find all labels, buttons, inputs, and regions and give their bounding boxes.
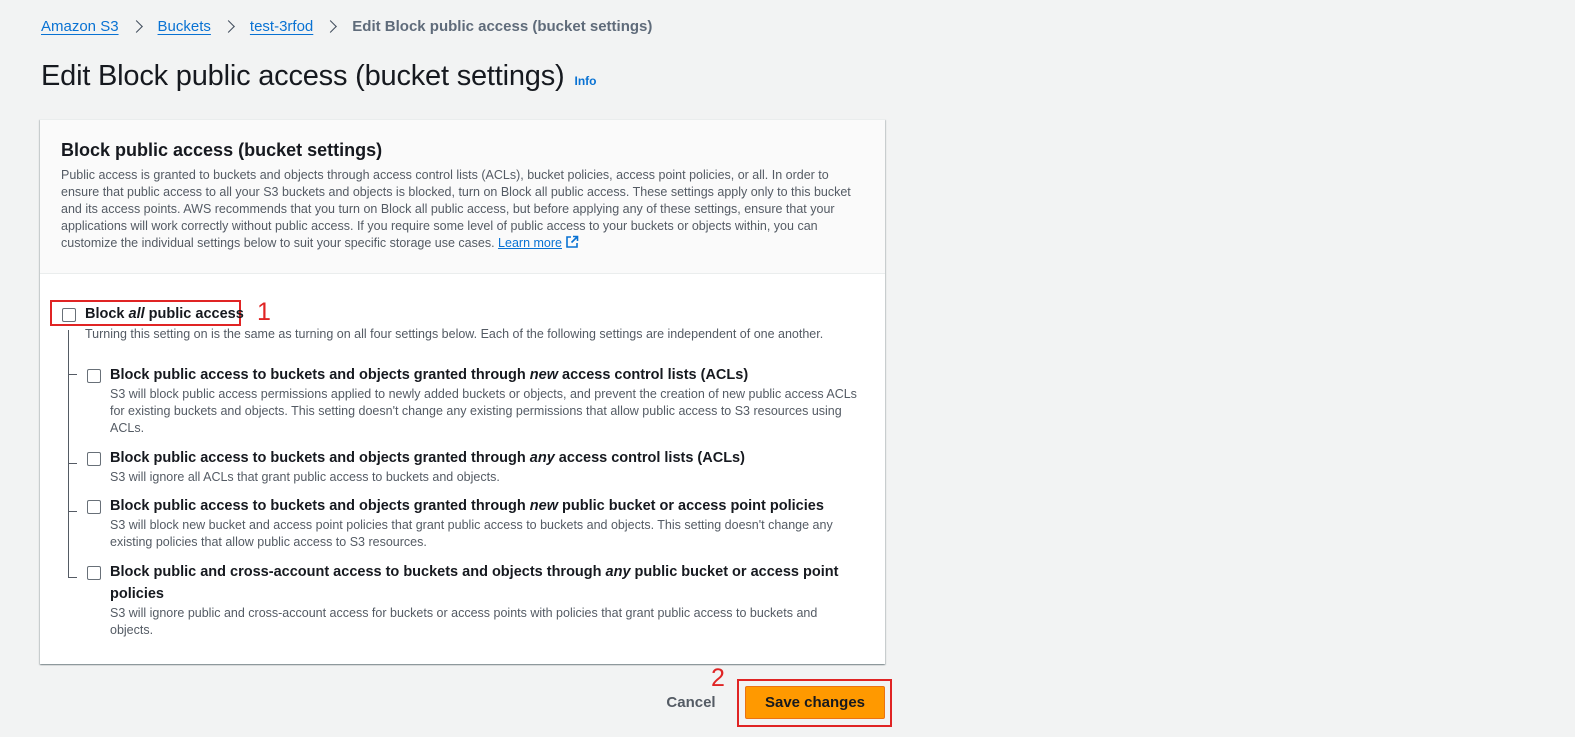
option-content: Block public access to buckets and objec… (110, 495, 867, 551)
checkbox-block-new-acls[interactable] (87, 369, 101, 383)
label-text: Block public access to buckets and objec… (110, 367, 530, 383)
block-public-access-panel: Block public access (bucket settings) Pu… (40, 119, 885, 664)
label-emphasis: new (529, 498, 558, 514)
option-content: Block public access to buckets and objec… (110, 447, 745, 486)
option-description: S3 will block new bucket and access poin… (110, 518, 833, 549)
label-emphasis: any (605, 564, 631, 580)
learn-more-link[interactable]: Learn more (498, 236, 562, 250)
panel-description-text: Public access is granted to buckets and … (61, 168, 851, 250)
option-block-any-policies[interactable]: Block public and cross-account access to… (87, 561, 838, 639)
label-text: Block public access to buckets and objec… (110, 498, 530, 514)
tree-branch (68, 511, 77, 512)
option-description: S3 will ignore all ACLs that grant publi… (110, 470, 500, 484)
tree-connector (68, 330, 69, 577)
label-text: public bucket or access point policies (557, 498, 824, 514)
label-text: Block public access to buckets and objec… (110, 450, 530, 466)
option-label: Block public access to buckets and objec… (110, 447, 745, 469)
option-description: S3 will ignore public and cross-account … (110, 606, 818, 637)
option-block-all-public-access[interactable]: Block all public access (62, 306, 244, 323)
panel-description: Public access is granted to buckets and … (61, 167, 864, 254)
breadcrumb-current: Edit Block public access (bucket setting… (352, 17, 653, 35)
chevron-right-icon (222, 19, 235, 33)
option-label: Block public access to buckets and objec… (110, 495, 867, 517)
info-link[interactable]: Info (575, 74, 597, 88)
option-content: Block public access to buckets and objec… (110, 364, 867, 437)
option-description: S3 will block public access permissions … (110, 387, 857, 435)
label-text: Block public and cross-account access to… (110, 564, 606, 580)
option-label: Block all public access (85, 306, 244, 323)
option-label: Block public access to buckets and objec… (110, 364, 867, 386)
option-description: Turning this setting on is the same as t… (85, 327, 824, 341)
label-emphasis: new (529, 367, 558, 383)
cancel-button[interactable]: Cancel (653, 689, 729, 715)
option-block-new-policies[interactable]: Block public access to buckets and objec… (87, 495, 867, 551)
page-title: Edit Block public access (bucket setting… (41, 60, 565, 92)
label-text: public access (144, 306, 244, 322)
label-text: access control lists (ACLs) (554, 450, 745, 466)
panel-header: Block public access (bucket settings) Pu… (40, 120, 885, 274)
checkbox-block-any-acls[interactable] (87, 452, 101, 466)
breadcrumb-link-buckets[interactable]: Buckets (158, 18, 211, 35)
panel-title: Block public access (bucket settings) (61, 140, 383, 160)
breadcrumb-link-bucket[interactable]: test-3rfod (250, 18, 313, 35)
option-block-new-acls[interactable]: Block public access to buckets and objec… (87, 364, 867, 437)
tree-branch (68, 463, 77, 464)
chevron-right-icon (324, 19, 338, 33)
tree-branch (68, 577, 77, 578)
label-emphasis: any (529, 450, 555, 466)
label-emphasis: all (128, 306, 145, 322)
checkbox-block-new-policies[interactable] (87, 500, 101, 514)
checkbox-block-any-policies[interactable] (87, 566, 101, 580)
option-label: Block public and cross-account access to… (110, 561, 840, 605)
checkbox-block-all[interactable] (62, 308, 76, 322)
tree-branch (68, 374, 77, 375)
page-header: Edit Block public access (bucket setting… (41, 60, 597, 93)
chevron-right-icon (129, 19, 143, 33)
option-content: Block public and cross-account access to… (110, 561, 840, 639)
option-block-any-acls[interactable]: Block public access to buckets and objec… (87, 447, 867, 486)
annotation-step-1: 1 (257, 298, 271, 326)
breadcrumb: Amazon S3 Buckets test-3rfod Edit Block … (41, 16, 652, 36)
label-text: access control lists (ACLs) (557, 367, 749, 383)
breadcrumb-link-amazon-s3[interactable]: Amazon S3 (41, 18, 119, 35)
external-link-icon[interactable] (565, 235, 579, 254)
label-text: Block (85, 306, 129, 322)
save-changes-button[interactable]: Save changes (745, 686, 885, 719)
